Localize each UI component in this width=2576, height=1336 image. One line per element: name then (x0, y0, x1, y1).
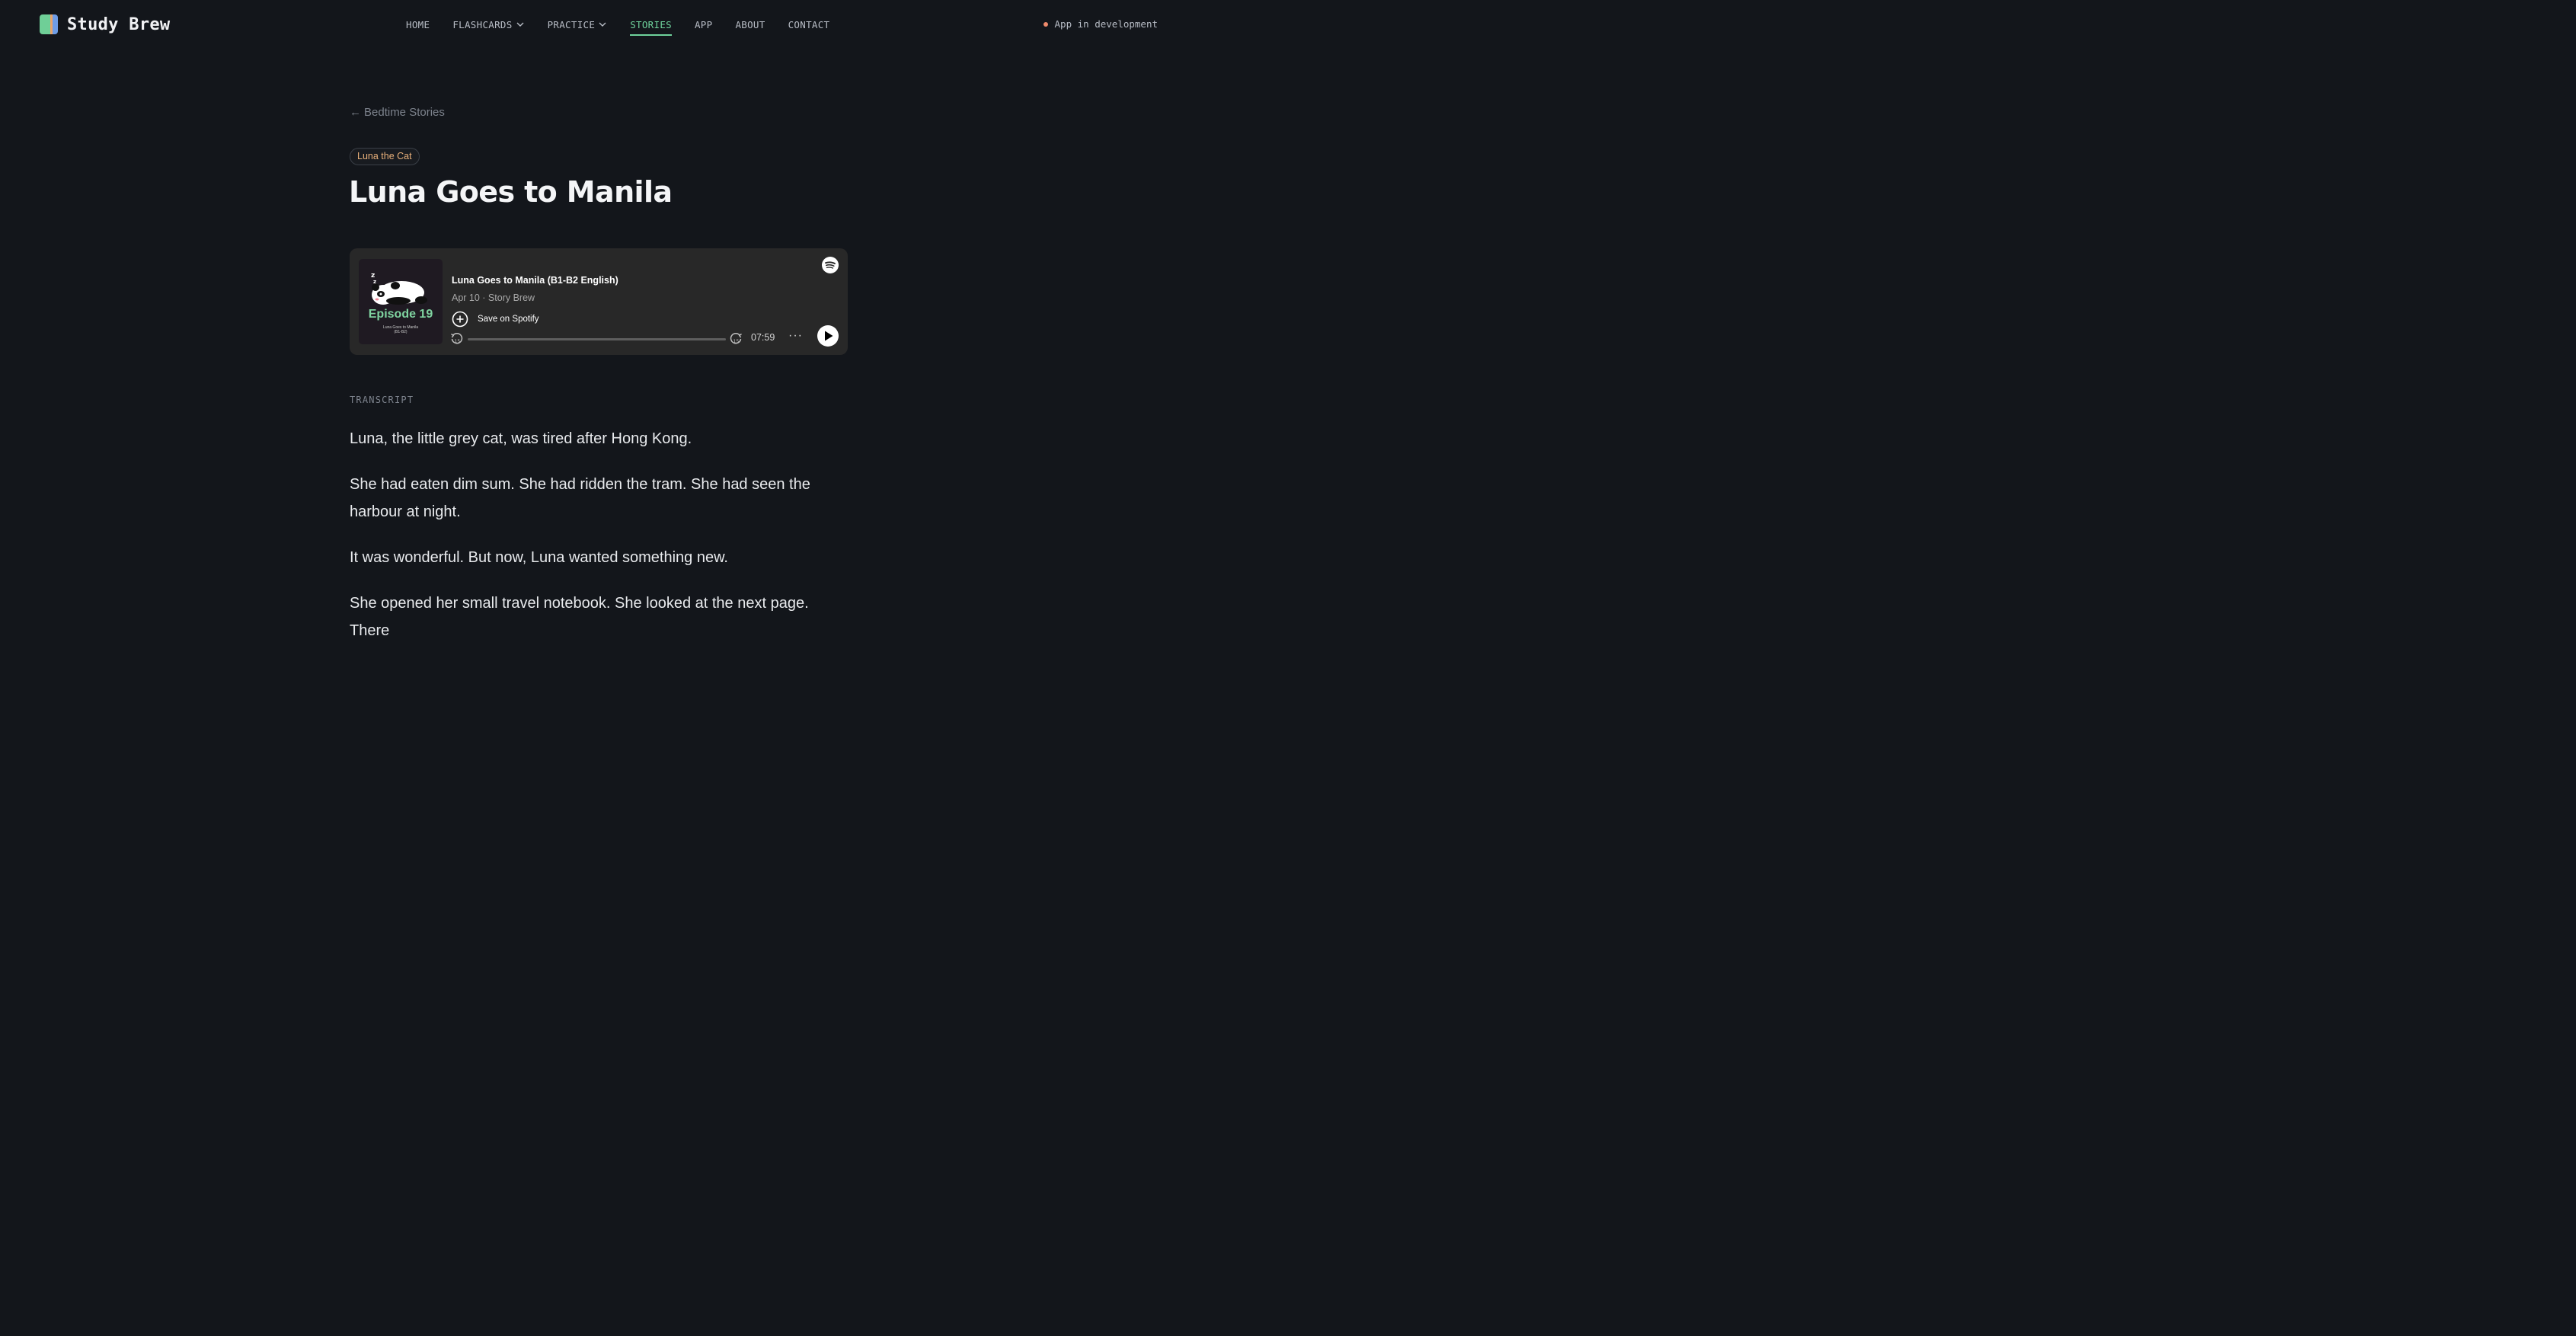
player-controls: 15 15 07:59 ··· (450, 325, 839, 352)
cover-subtitle: Luna Goes to Manila (B1-B2) (359, 325, 443, 334)
chevron-down-icon (516, 22, 524, 27)
nav-item-label: STORIES (630, 18, 672, 30)
dev-status-text: App in development (1054, 18, 1158, 30)
skip-back-15-icon[interactable]: 15 (450, 332, 464, 346)
cover-subtitle-line: (B1-B2) (394, 330, 407, 334)
episode-meta: Apr 10 · Story Brew (452, 292, 535, 303)
site-header: Study Brew HOME FLASHCARDS PRACTICE STOR… (0, 0, 1194, 49)
transcript-paragraph: She had eaten dim sum. She had ridden th… (350, 476, 810, 520)
arrow-left-icon: ← (350, 106, 361, 119)
transcript-paragraph: It was wonderful. But now, Luna wanted s… (350, 549, 728, 566)
play-button[interactable] (817, 325, 839, 347)
save-on-spotify-button[interactable]: Save on Spotify (452, 311, 539, 328)
series-badge[interactable]: Luna the Cat (350, 148, 420, 165)
progress-bar[interactable] (468, 338, 726, 340)
nav-item-label: HOME (406, 18, 430, 30)
episode-duration: 07:59 (751, 332, 775, 343)
nav-item-label: APP (694, 18, 713, 30)
spotify-player: z z Episode 19 Luna Goes to Manila (B1-B… (350, 248, 848, 355)
page-title: Luna Goes to Manila (349, 175, 673, 209)
nav-item-flashcards[interactable]: FLASHCARDS (452, 17, 524, 32)
nav-item-label: FLASHCARDS (452, 18, 513, 30)
status-dot-icon (1043, 21, 1048, 27)
transcript-body: Luna, the little grey cat, was tired aft… (350, 425, 852, 663)
nav-item-contact[interactable]: CONTACT (788, 17, 830, 32)
chevron-down-icon (599, 22, 606, 27)
nav-item-stories[interactable]: STORIES (630, 17, 672, 36)
cover-episode-label: Episode 19 (368, 308, 433, 321)
skip-forward-seconds: 15 (733, 339, 740, 344)
spotify-logo-icon[interactable] (822, 257, 839, 273)
nav-item-label: CONTACT (788, 18, 830, 30)
brand-logo-icon (40, 14, 58, 34)
nav-item-label: ABOUT (735, 18, 765, 30)
transcript-paragraph: She opened her small travel notebook. Sh… (350, 595, 809, 639)
episode-title-link[interactable]: Luna Goes to Manila (B1-B2 English) (452, 275, 618, 286)
transcript-label: TRANSCRIPT (350, 395, 414, 405)
nav-item-home[interactable]: HOME (406, 17, 430, 32)
dev-status: App in development (1043, 18, 1158, 30)
nav-item-app[interactable]: APP (695, 17, 712, 32)
main-nav: HOME FLASHCARDS PRACTICE STORIES APP ABO… (406, 17, 852, 36)
back-link-bedtime-stories[interactable]: ← Bedtime Stories (350, 106, 445, 119)
plus-circle-icon (452, 311, 468, 328)
nav-item-label: PRACTICE (547, 18, 596, 30)
sleeping-panda-icon: z z (371, 272, 427, 305)
play-icon (825, 331, 833, 341)
episode-cover[interactable]: z z Episode 19 Luna Goes to Manila (B1-B… (359, 259, 443, 344)
back-link-label: Bedtime Stories (364, 106, 445, 119)
skip-forward-15-icon[interactable]: 15 (729, 332, 743, 346)
nav-item-about[interactable]: ABOUT (735, 17, 765, 32)
skip-back-seconds: 15 (455, 339, 461, 344)
brand-name: Study Brew (67, 14, 171, 34)
transcript-paragraph: Luna, the little grey cat, was tired aft… (350, 430, 692, 447)
save-label: Save on Spotify (478, 315, 539, 324)
nav-item-practice[interactable]: PRACTICE (548, 17, 608, 32)
more-options-button[interactable]: ··· (788, 329, 803, 343)
brand-home-link[interactable]: Study Brew (40, 14, 170, 34)
